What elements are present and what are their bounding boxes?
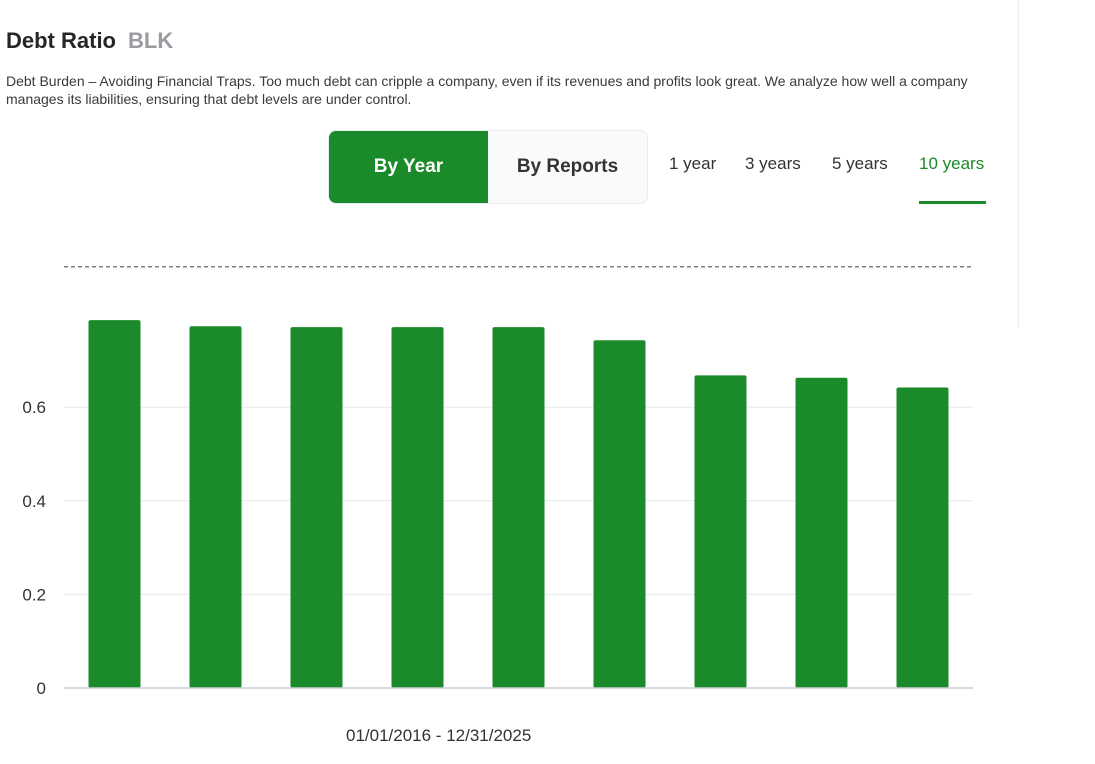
bar [492, 327, 545, 688]
chart-description: Debt Burden – Avoiding Financial Traps. … [6, 73, 968, 107]
page-title: Debt Ratio [6, 28, 116, 53]
bar [189, 326, 242, 688]
date-range-label: 01/01/2016 - 12/31/2025 [346, 726, 532, 745]
bar [290, 327, 343, 688]
by-reports-button[interactable]: By Reports [488, 131, 647, 203]
ticker-symbol: BLK [128, 28, 174, 53]
bar [795, 377, 848, 688]
panel-divider [1018, 0, 1019, 328]
y-tick-label: 0.4 [22, 492, 46, 511]
bar [896, 387, 949, 688]
y-tick-label: 0.6 [22, 398, 46, 417]
y-tick-label: 0.2 [22, 585, 46, 604]
bar [593, 340, 646, 688]
period-active-underline [919, 201, 986, 204]
period-10-years[interactable]: 10 years [919, 154, 984, 174]
period-1-year[interactable]: 1 year [669, 154, 716, 174]
y-tick-label: 0 [37, 679, 46, 698]
view-toggle: By Year By Reports [328, 130, 648, 204]
chart-header: Debt Ratio BLK [6, 28, 173, 54]
bar [88, 320, 141, 688]
by-year-button[interactable]: By Year [329, 131, 488, 203]
period-3-years[interactable]: 3 years [745, 154, 801, 174]
debt-ratio-chart: 00.20.40.61 [22, 266, 973, 698]
bar [694, 375, 747, 688]
period-5-years[interactable]: 5 years [832, 154, 888, 174]
bar [391, 327, 444, 688]
